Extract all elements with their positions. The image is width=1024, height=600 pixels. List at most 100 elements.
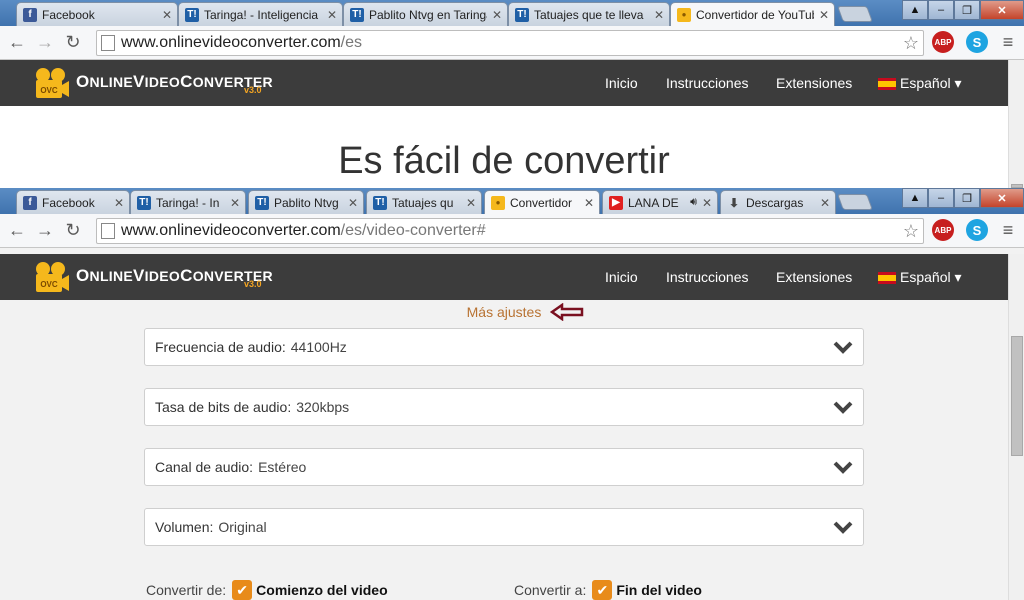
back-icon[interactable]: ← [6,220,28,241]
caret-down-icon: ▾ [954,269,962,285]
svg-text:OVC: OVC [40,86,58,95]
convert-from-checkbox[interactable]: ✔ [232,580,253,600]
close-tab-icon[interactable]: ✕ [583,196,595,210]
forward-icon[interactable]: → [34,220,56,241]
close-tab-icon[interactable]: ✕ [326,8,338,22]
window-controls: ▲ ‒ ❐ ✕ [902,188,1024,208]
convert-to-checkbox[interactable]: ✔ [592,580,613,600]
close-tab-icon[interactable]: ✕ [113,196,125,210]
close-tab-icon[interactable]: ✕ [653,8,665,22]
tab-label: Convertidor de YouTube [696,7,814,22]
tab-taringa[interactable]: T! Taringa! - In ✕ [130,190,246,214]
tab-pablito[interactable]: T! Pablito Ntvg ✕ [248,190,364,214]
menu-icon[interactable]: ≡ [1000,220,1016,241]
reload-icon[interactable]: ↻ [62,32,84,53]
browser-toolbar: ← → ↻ www.onlinevideoconverter.com/es ☆ … [0,26,1024,60]
close-window-button[interactable]: ✕ [980,0,1024,20]
chevron-down-icon [833,521,853,534]
skype-icon[interactable]: S [966,31,988,53]
back-icon[interactable]: ← [6,32,28,53]
tab-youtube[interactable]: ▶ LANA DE 🔊︎ ✕ [602,190,718,214]
nav-instrucciones[interactable]: Instrucciones [666,269,748,285]
close-tab-icon[interactable]: ✕ [819,196,831,210]
tab-label: Pablito Ntvg en Taringa [369,7,487,22]
adblock-plus-icon[interactable]: ABP [932,31,954,53]
nav-instrucciones[interactable]: Instrucciones [666,75,748,91]
minimize-button[interactable]: ‒ [928,0,954,20]
hero-title: Es fácil de convertir [338,140,670,182]
audio-channel-select[interactable]: Canal de audio: Estéreo [144,448,864,486]
close-tab-icon[interactable]: ✕ [491,8,503,22]
ovc-logo-icon[interactable]: OVC [34,261,70,293]
volume-select[interactable]: Volumen: Original [144,508,864,546]
select-label: Frecuencia de audio: [155,339,286,355]
address-bar[interactable]: www.onlinevideoconverter.com/es/video-co… [96,218,924,244]
skype-icon[interactable]: S [966,219,988,241]
adblock-plus-icon[interactable]: ABP [932,219,954,241]
tab-label: Taringa! - In [156,195,220,210]
logo-version: v3.0 [244,279,262,289]
tab-tatuajes[interactable]: T! Tatuajes que te lleva ✕ [508,2,670,26]
close-tab-icon[interactable]: ✕ [347,196,359,210]
taringa-icon: T! [373,195,387,210]
tab-descargas[interactable]: ⬇ Descargas ✕ [720,190,836,214]
language-selector[interactable]: Español ▾ [878,75,962,92]
tab-strip: f Facebook ✕ T! Taringa! - Inteligencia … [0,0,1024,26]
tab-facebook[interactable]: f Facebook ✕ [16,190,130,214]
select-label: Tasa de bits de audio: [155,399,292,415]
tab-convertidor[interactable]: ● Convertidor ✕ [484,190,600,214]
language-selector[interactable]: Español ▾ [878,269,962,286]
restore-button[interactable]: ❐ [954,0,980,20]
ovc-logo-icon[interactable]: OVC [34,67,70,99]
taringa-icon: T! [137,195,151,210]
user-icon[interactable]: ▲ [902,0,928,20]
tab-label: Facebook [42,195,95,210]
bookmark-star-icon[interactable]: ☆ [903,33,919,54]
nav-inicio[interactable]: Inicio [605,75,638,91]
taringa-icon: T! [255,195,269,210]
bookmark-star-icon[interactable]: ☆ [903,221,919,242]
close-tab-icon[interactable]: ✕ [229,196,241,210]
select-value: 320kbps [296,399,350,415]
facebook-icon: f [23,7,37,22]
restore-button[interactable]: ❐ [954,188,980,208]
tab-label: Convertidor [510,195,573,210]
more-settings-link[interactable]: Más ajustes [0,304,1008,320]
convert-from-row: Convertir de: ✔ Comienzo del video [146,580,388,600]
nav-inicio[interactable]: Inicio [605,269,638,285]
tab-convertidor[interactable]: ● Convertidor de YouTube ✕ [670,2,835,26]
converter-settings: Más ajustes Frecuencia de audio: 44100Hz… [0,300,1008,600]
close-tab-icon[interactable]: ✕ [701,196,713,210]
forward-icon[interactable]: → [34,32,56,53]
window-controls: ▲ ‒ ❐ ✕ [902,0,1024,20]
nav-extensiones[interactable]: Extensiones [776,269,852,285]
audio-bitrate-select[interactable]: Tasa de bits de audio: 320kbps [144,388,864,426]
new-tab-button[interactable] [837,194,873,210]
minimize-button[interactable]: ‒ [928,188,954,208]
scrollbar[interactable] [1008,254,1024,600]
select-label: Canal de audio: [155,459,254,475]
audio-frequency-select[interactable]: Frecuencia de audio: 44100Hz [144,328,864,366]
user-icon[interactable]: ▲ [902,188,928,208]
address-bar[interactable]: www.onlinevideoconverter.com/es ☆ [96,30,924,56]
reload-icon[interactable]: ↻ [62,220,84,241]
tab-label: LANA DE [628,195,679,210]
tab-pablito[interactable]: T! Pablito Ntvg en Taringa ✕ [343,2,508,26]
close-tab-icon[interactable]: ✕ [161,8,173,22]
tab-label: Tatuajes que te lleva [534,7,644,22]
chevron-down-icon [833,341,853,354]
scrollbar[interactable] [1008,60,1024,188]
new-tab-button[interactable] [837,6,873,22]
download-icon: ⬇ [728,195,740,210]
nav-extensiones[interactable]: Extensiones [776,75,852,91]
scrollbar-thumb[interactable] [1011,336,1023,456]
page-icon [101,35,115,51]
tab-taringa[interactable]: T! Taringa! - Inteligencia ✕ [178,2,343,26]
close-tab-icon[interactable]: ✕ [818,8,830,22]
tab-tatuajes[interactable]: T! Tatuajes qu ✕ [366,190,482,214]
checkmark-icon: ✔ [596,581,609,598]
close-window-button[interactable]: ✕ [980,188,1024,208]
close-tab-icon[interactable]: ✕ [465,196,477,210]
tab-facebook[interactable]: f Facebook ✕ [16,2,178,26]
menu-icon[interactable]: ≡ [1000,32,1016,53]
